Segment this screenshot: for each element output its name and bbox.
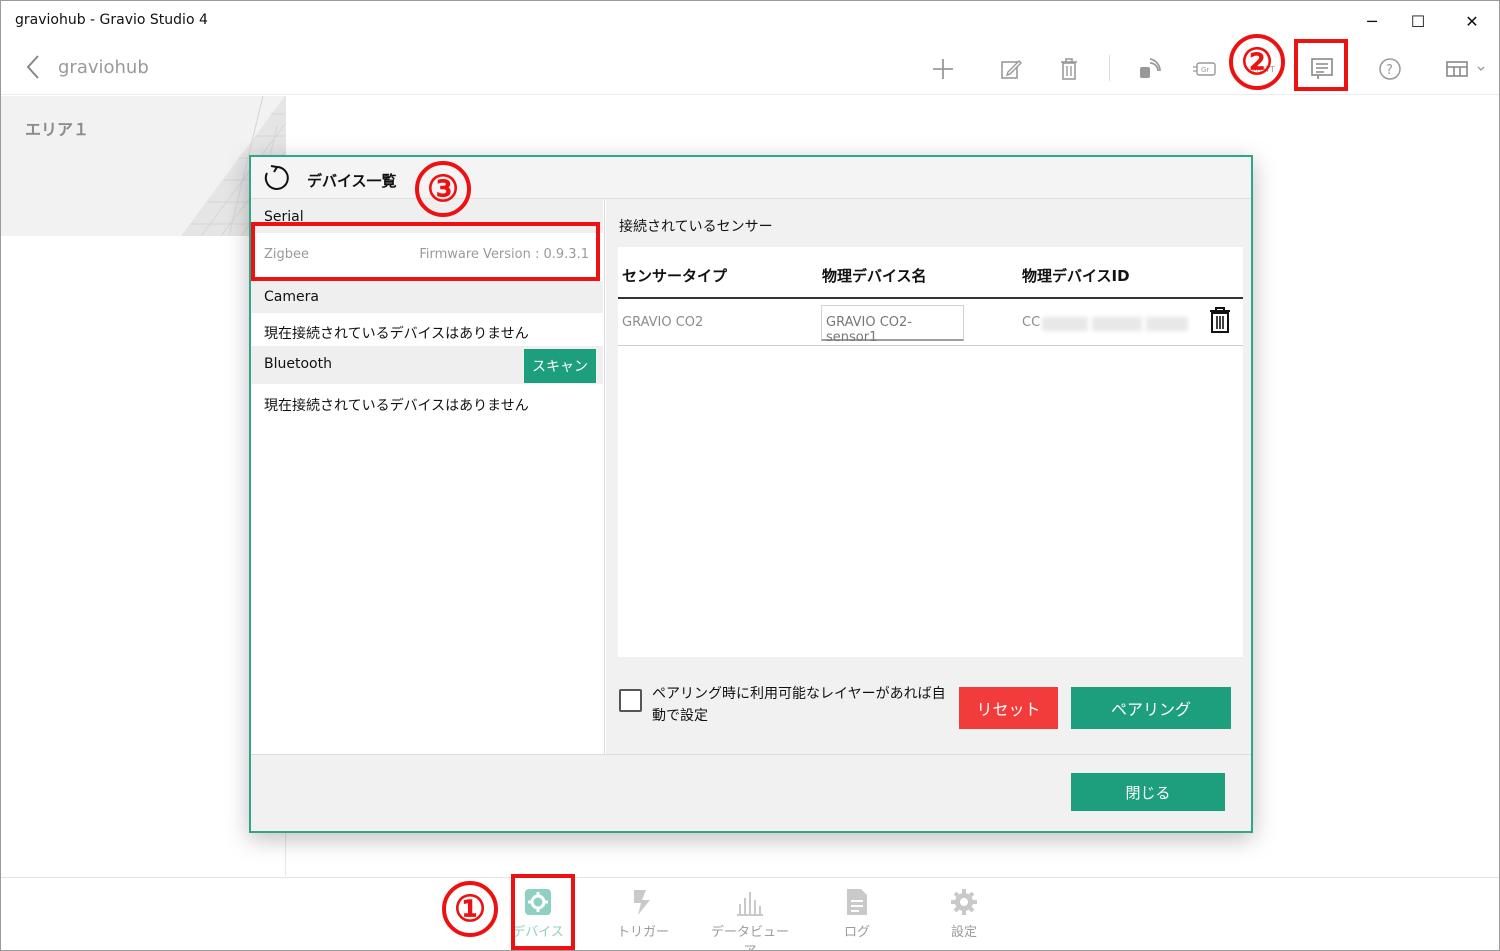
edit-icon[interactable] <box>991 49 1031 89</box>
bluetooth-header-label: Bluetooth <box>264 356 332 372</box>
reset-button[interactable]: リセット <box>959 687 1058 729</box>
svg-text:?: ? <box>1386 63 1393 78</box>
trigger-icon <box>603 884 683 916</box>
blurred-id-segment <box>1146 317 1188 331</box>
annotation-number-one: ① <box>442 881 498 937</box>
app-window: graviohub - Gravio Studio 4 ─ ☐ ✕ gravio… <box>0 0 1500 951</box>
connected-sensors-title: 接続されているセンサー <box>619 219 773 235</box>
auto-layer-checkbox[interactable] <box>619 689 642 712</box>
dialog-title: デバイス一覧 <box>307 172 397 190</box>
svg-text:Gr: Gr <box>1201 66 1209 74</box>
scan-button[interactable]: スキャン <box>524 349 596 383</box>
bluetooth-empty-message: 現在接続されているデバイスはありません <box>264 398 529 414</box>
nav-label-trigger: トリガー <box>616 925 669 940</box>
area-column: エリア１ <box>1 96 286 876</box>
minimize-button[interactable]: ─ <box>1357 7 1387 35</box>
sensor-type-cell: GRAVIO CO2 <box>622 315 704 330</box>
sensor-table: センサータイプ 物理デバイス名 物理デバイスID GRAVIO CO2 GRAV… <box>618 247 1243 657</box>
dialog-footer: 閉じる <box>251 754 1251 831</box>
nav-label-log: ログ <box>843 925 870 940</box>
annotation-number-three: ③ <box>415 161 471 217</box>
delete-icon[interactable] <box>1049 49 1089 89</box>
title-bar: graviohub - Gravio Studio 4 ─ ☐ ✕ <box>1 1 1499 41</box>
settings-icon <box>924 884 1004 916</box>
dialog-header: デバイス一覧 <box>251 157 1251 199</box>
table-header-divider <box>618 297 1243 299</box>
nav-label-settings: 設定 <box>950 925 977 940</box>
sensor-panel: 接続されているセンサー センサータイプ 物理デバイス名 物理デバイスID GRA… <box>606 199 1251 754</box>
add-icon[interactable] <box>923 49 963 89</box>
column-device-name: 物理デバイス名 <box>822 267 927 285</box>
area-tile[interactable]: エリア１ <box>1 96 285 236</box>
pairing-button[interactable]: ペアリング <box>1071 687 1231 729</box>
nav-label-data-viewer: データビューア <box>710 925 789 950</box>
camera-header: Camera <box>251 281 603 313</box>
annotation-number-two: ② <box>1229 34 1285 90</box>
area-label: エリア１ <box>25 120 90 139</box>
blurred-id-segment <box>1092 317 1142 331</box>
table-row-divider <box>618 345 1243 346</box>
layout-icon[interactable] <box>1439 49 1491 89</box>
device-name-input[interactable]: GRAVIO CO2-sensor1 <box>821 305 964 345</box>
hub-name: graviohub <box>58 57 149 78</box>
device-id-cell: CC <box>1022 315 1041 330</box>
delete-sensor-icon[interactable] <box>1208 307 1232 333</box>
window-title: graviohub - Gravio Studio 4 <box>15 12 208 28</box>
gravio-icon[interactable]: Gr <box>1185 49 1225 89</box>
close-dialog-button[interactable]: 閉じる <box>1071 773 1225 811</box>
data-viewer-icon <box>710 884 790 916</box>
refresh-icon[interactable] <box>263 164 291 192</box>
maximize-button[interactable]: ☐ <box>1403 7 1433 35</box>
blurred-id-segment <box>1042 317 1088 331</box>
annotation-box-device <box>511 874 575 950</box>
bottom-navigation: デバイス トリガー データビューア ログ 設定 <box>1 877 1499 950</box>
close-window-button[interactable]: ✕ <box>1457 7 1487 35</box>
broadcast-icon[interactable] <box>1129 49 1169 89</box>
nav-item-log[interactable]: ログ <box>817 884 897 946</box>
connection-list: Serial Zigbee Firmware Version : 0.9.3.1… <box>251 199 605 754</box>
column-sensor-type: センサータイプ <box>622 267 728 285</box>
camera-empty-message: 現在接続されているデバイスはありません <box>264 326 529 342</box>
auto-layer-label: ペアリング時に利用可能なレイヤーがあれば自動で設定 <box>652 686 946 724</box>
back-arrow-icon[interactable] <box>19 51 47 83</box>
column-device-id: 物理デバイスID <box>1022 267 1130 285</box>
log-icon <box>817 884 897 916</box>
help-icon[interactable]: ? <box>1370 49 1410 89</box>
annotation-box-zigbee <box>251 222 600 281</box>
toolbar-separator <box>1109 55 1110 81</box>
annotation-box-device-list <box>1294 39 1348 91</box>
nav-item-data-viewer[interactable]: データビューア <box>710 884 790 950</box>
nav-item-settings[interactable]: 設定 <box>924 884 1004 946</box>
nav-item-trigger[interactable]: トリガー <box>603 884 683 946</box>
